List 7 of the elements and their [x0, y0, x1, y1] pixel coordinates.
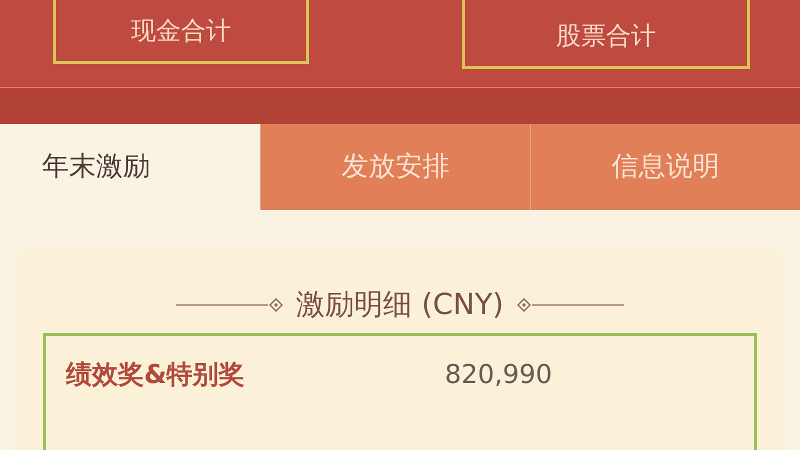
tab[interactable]: 信息说明	[530, 124, 800, 210]
row-value: 820,990	[444, 362, 552, 388]
summary-label: 现金合计	[131, 18, 231, 43]
row-label: 绩效奖&特别奖	[66, 362, 245, 388]
detail-title: 激励明细 (CNY)	[296, 290, 504, 319]
tab[interactable]: 发放安排	[260, 124, 530, 210]
summary-label: 股票合计	[556, 23, 656, 48]
